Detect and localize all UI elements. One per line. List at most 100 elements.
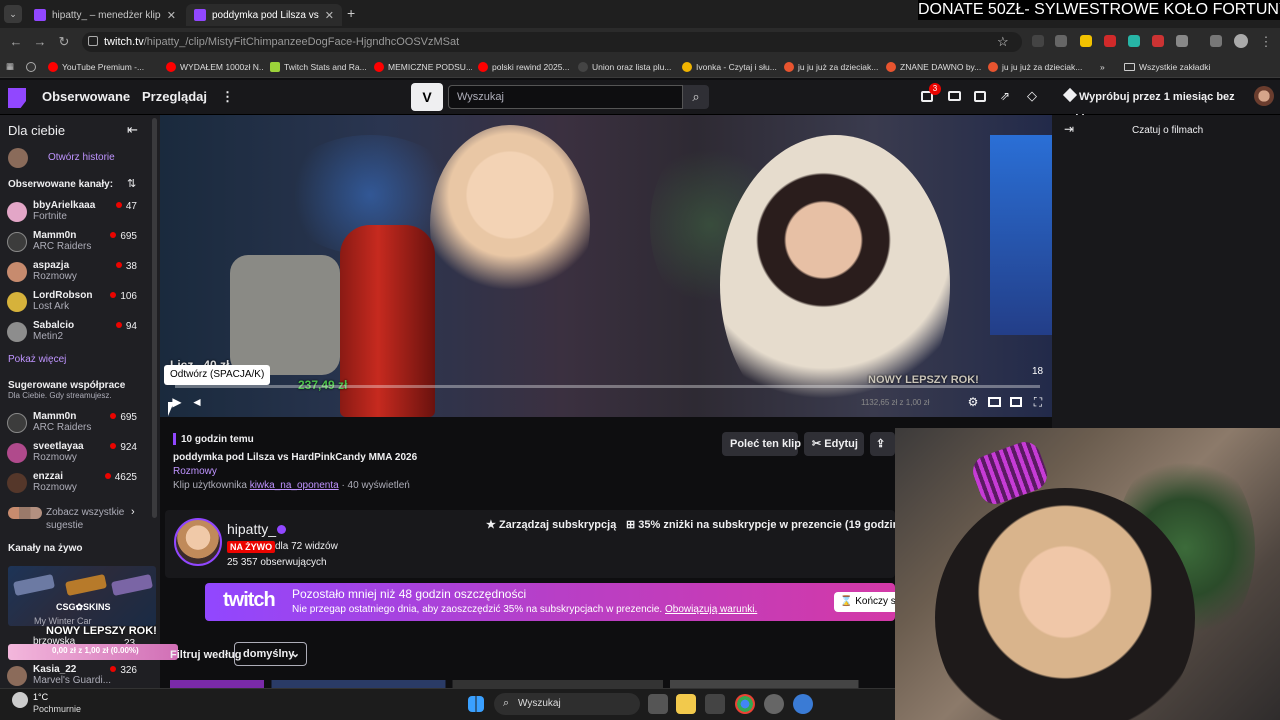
verified-icon <box>277 525 286 534</box>
extension-icon[interactable] <box>1032 35 1044 47</box>
bits-icon[interactable]: ⇗ <box>1000 89 1010 103</box>
nav-more-button[interactable]: ⋮ <box>221 89 234 105</box>
collapse-chat-icon[interactable]: ⇥ <box>1064 122 1074 136</box>
followed-channel-item[interactable]: LordRobson Lost Ark 106 <box>7 288 157 318</box>
live-channel-card[interactable]: CSG✿SKINS My Winter Car <box>8 566 156 626</box>
chat-header-label: Czatuj o filmach <box>1132 125 1204 136</box>
inbox-icon[interactable] <box>948 91 961 101</box>
chrome-icon[interactable] <box>735 694 755 714</box>
user-avatar[interactable] <box>1254 86 1274 106</box>
extension-icon[interactable] <box>1152 35 1164 47</box>
followed-channel-item[interactable]: Sabalcio Metin2 94 <box>7 318 157 348</box>
suggested-channel-item[interactable]: Mamm0n ARC Raiders 695 <box>7 409 157 439</box>
bookmark-item[interactable]: ju ju już za dzieciak... <box>982 61 1094 72</box>
chat-toggle-icon[interactable] <box>1010 397 1022 407</box>
bookmark-item[interactable]: polski rewind 2025... <box>472 61 572 72</box>
discord-icon[interactable] <box>764 694 784 714</box>
followed-channel-item[interactable]: bbyArielkaaa Fortnite 47 <box>7 198 157 228</box>
store-icon[interactable] <box>705 694 725 714</box>
site-info-icon[interactable] <box>88 36 98 46</box>
fullscreen-icon[interactable]: ⛶ <box>1031 395 1045 409</box>
tab-list-button[interactable]: ⌄ <box>4 5 22 23</box>
file-explorer-icon[interactable] <box>676 694 696 714</box>
suggested-channel-item[interactable]: sveetlayaa Rozmowy 924 <box>7 439 157 469</box>
clipped-by-user-link[interactable]: kiwka_na_oponenta <box>250 480 339 491</box>
app-logo-icon[interactable]: V <box>411 83 443 111</box>
extension-icon[interactable] <box>1080 35 1092 47</box>
video-player[interactable] <box>160 115 1052 417</box>
banner-end-button[interactable]: ⌛ Kończy s <box>834 592 895 612</box>
filter-dropdown[interactable]: domyślny ⌄ <box>234 642 307 666</box>
clip-category-link[interactable]: Rozmowy <box>173 466 217 477</box>
taskbar-search[interactable]: Wyszukaj <box>494 693 640 715</box>
bookmark-item[interactable]: ZNANE DAWNO by... <box>880 61 982 72</box>
edit-clip-button[interactable]: ✂ Edytuj <box>804 432 864 456</box>
bookmark-item[interactable]: WYDAŁEM 1000zł N... <box>160 61 264 72</box>
stacked-avatars <box>8 507 42 519</box>
all-bookmarks-folder[interactable]: Wszystkie zakładki <box>1118 62 1216 72</box>
show-more-link[interactable]: Pokaż więcej <box>8 354 66 365</box>
theatre-mode-icon[interactable] <box>988 397 1001 407</box>
close-tab-icon[interactable]: ✕ <box>325 9 334 22</box>
bookmark-item[interactable]: Union oraz lista plu... <box>572 61 676 72</box>
see-all-suggestions-link[interactable]: Zobacz wszystkie sugestie › <box>8 504 148 534</box>
channel-avatar <box>7 413 27 433</box>
bookmark-item[interactable]: YouTube Premium -... <box>42 61 160 72</box>
channel-avatar <box>7 473 27 493</box>
channel-name[interactable]: hipatty_ <box>227 521 276 537</box>
followed-channel-item[interactable]: Mamm0n ARC Raiders 695 <box>7 228 157 258</box>
bookmark-star-icon[interactable]: ☆ <box>997 34 1009 50</box>
reading-list-icon[interactable] <box>1210 35 1222 47</box>
windows-start-icon[interactable] <box>468 696 484 712</box>
open-history-link[interactable]: Otwórz historie <box>48 152 115 163</box>
suggested-channel-item[interactable]: enzzai Rozmowy 4625 <box>7 469 157 499</box>
browser-tab-active[interactable]: poddymka pod Lilsza vs HardP ✕ <box>186 4 342 26</box>
collapse-sidebar-icon[interactable]: ⇤ <box>127 122 138 138</box>
share-clip-button[interactable]: Poleć ten klip <box>722 432 801 456</box>
search-input[interactable]: Wyszukaj <box>448 85 683 109</box>
crown-icon[interactable]: ◇ <box>1027 88 1037 104</box>
twitch-favicon-icon <box>194 9 206 21</box>
settings-gear-icon[interactable]: ⚙ <box>966 395 980 409</box>
close-tab-icon[interactable]: ✕ <box>167 9 176 22</box>
extensions-puzzle-icon[interactable] <box>1176 35 1188 47</box>
weather-icon[interactable] <box>12 692 28 708</box>
progress-bar[interactable] <box>175 385 1040 388</box>
apps-grid-icon[interactable]: ▦ <box>0 61 20 72</box>
forward-arrow-icon[interactable]: → <box>32 34 48 50</box>
bookmark-item[interactable]: MEMICZNE PODSU... <box>368 61 472 72</box>
banner-terms-link[interactable]: Obowiązują warunki. <box>665 604 757 615</box>
settings-gear-icon[interactable] <box>793 694 813 714</box>
bookmark-item[interactable]: Twitch Stats and Ra... <box>264 61 368 72</box>
extension-icon[interactable] <box>1128 35 1140 47</box>
bookmarks-more-button[interactable]: » <box>1094 62 1118 72</box>
manage-subscription-button[interactable]: ★ Zarządzaj subskrypcją <box>480 514 622 536</box>
gift-subs-promo-button[interactable]: ⊞ 35% zniżki na subskrypcje w prezencie … <box>622 514 895 536</box>
new-tab-button[interactable]: + <box>347 5 355 21</box>
bookmark-item[interactable]: ju ju już za dzieciak... <box>778 61 880 72</box>
back-arrow-icon[interactable]: ← <box>8 34 24 50</box>
bookmark-icon[interactable] <box>20 61 42 72</box>
task-view-icon[interactable] <box>648 694 668 714</box>
nav-following-link[interactable]: Obserwowane <box>42 89 130 104</box>
followed-channel-item[interactable]: aspazja Rozmowy 38 <box>7 258 157 288</box>
folder-icon <box>1124 62 1136 71</box>
whispers-icon[interactable] <box>974 91 986 102</box>
banner-body: Nie przegap ostatniego dnia, aby zaoszcz… <box>292 604 757 615</box>
bookmark-item[interactable]: Ivonka - Czytaj i słu... <box>676 61 778 72</box>
profile-avatar-icon[interactable] <box>1234 34 1248 48</box>
browser-tab[interactable]: hipatty_ – menedżer klipów - Tw ✕ <box>26 4 184 26</box>
extension-icon[interactable] <box>1055 35 1067 47</box>
channel-avatar[interactable] <box>174 518 222 566</box>
browser-menu-icon[interactable]: ⋮ <box>1258 34 1274 50</box>
sidebar-scrollbar[interactable] <box>152 118 157 518</box>
ad-free-trial-button[interactable]: Wypróbuj przez 1 miesiąc bez reklam <box>1062 86 1249 125</box>
share-icon-button[interactable]: ⇪ <box>870 432 895 456</box>
sort-icon[interactable]: ⇅ <box>127 177 136 190</box>
volume-mute-icon[interactable]: ◄ <box>190 395 204 409</box>
search-icon[interactable]: ⌕ <box>683 85 709 109</box>
reload-icon[interactable]: ↻ <box>56 34 72 50</box>
extension-icon[interactable] <box>1104 35 1116 47</box>
url-field[interactable]: twitch.tv/hipatty_/clip/MistyFitChimpanz… <box>82 32 1022 52</box>
nav-browse-link[interactable]: Przeglądaj <box>142 89 207 104</box>
